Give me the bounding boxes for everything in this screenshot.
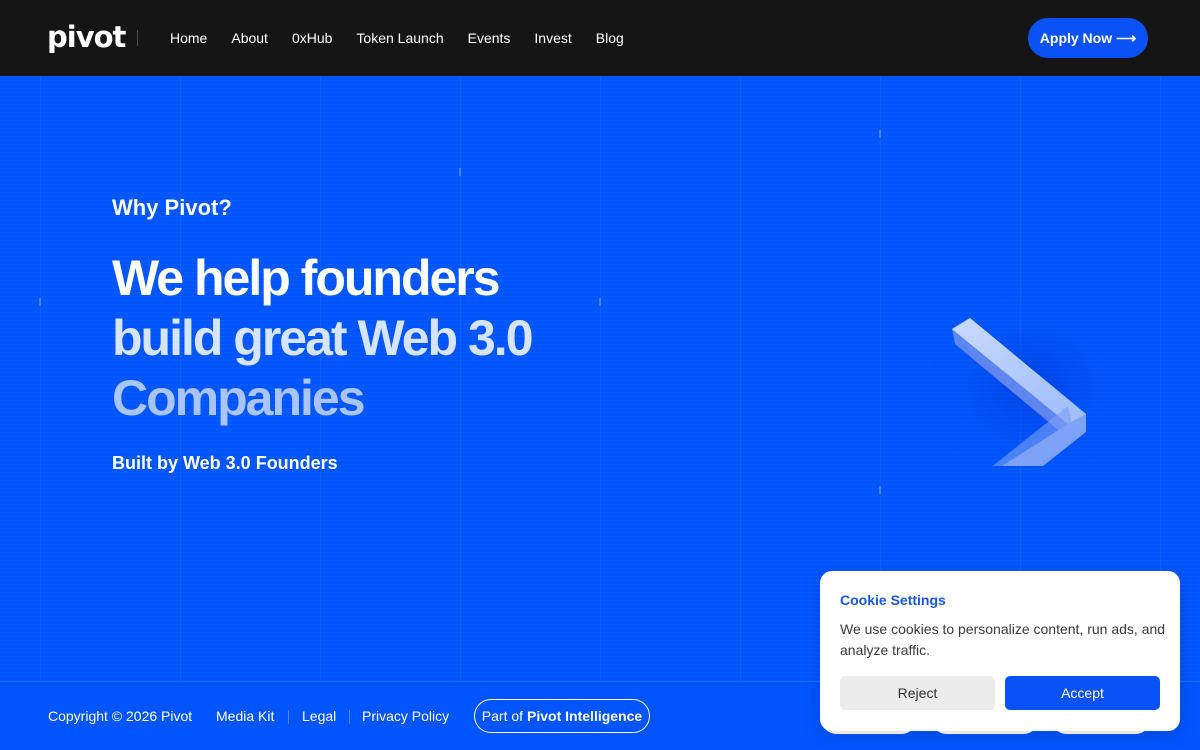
headline-line-1: We help founders: [112, 250, 501, 306]
headline-line-3: Companies: [112, 370, 366, 426]
cookie-description: We use cookies to personalize content, r…: [840, 621, 1166, 658]
logo-divider: [137, 30, 138, 46]
grid-tick: [599, 298, 601, 306]
grid-line: [40, 76, 41, 681]
pivot-logo[interactable]: pivot: [47, 22, 126, 52]
cookie-title: Cookie Settings: [840, 592, 946, 608]
nav-blog[interactable]: Blog: [596, 30, 624, 46]
nav-0xhub[interactable]: 0xHub: [292, 30, 332, 46]
grid-line: [600, 76, 601, 681]
grid-tick: [879, 130, 881, 138]
nav-about[interactable]: About: [231, 30, 268, 46]
grid-tick: [879, 486, 881, 494]
grid-line: [740, 76, 741, 681]
chevron-right-icon: [900, 226, 1145, 522]
nav-token-launch[interactable]: Token Launch: [356, 30, 443, 46]
part-of-brand: Pivot Intelligence: [527, 708, 643, 724]
headline-line-2: build great Web 3.0: [112, 310, 533, 366]
apply-now-label: Apply Now: [1039, 30, 1113, 46]
top-navigation-bar: pivot Home About 0xHub Token Launch Even…: [0, 0, 1200, 76]
nav-events[interactable]: Events: [468, 30, 511, 46]
main-nav: Home About 0xHub Token Launch Events Inv…: [170, 0, 624, 76]
grid-tick: [459, 168, 461, 176]
pivot-intelligence-link[interactable]: Part of Pivot Intelligence: [474, 699, 650, 733]
apply-now-button[interactable]: Apply Now ⟶: [1028, 18, 1148, 58]
grid-tick: [39, 298, 41, 306]
legal-link[interactable]: Legal: [302, 708, 336, 724]
copyright-text: Copyright © 2026 Pivot: [48, 708, 193, 724]
nav-home[interactable]: Home: [170, 30, 207, 46]
nav-invest[interactable]: Invest: [534, 30, 571, 46]
footer-divider: [288, 710, 289, 724]
hero-subline: Built by Web 3.0 Founders: [112, 453, 338, 473]
part-of-prefix: Part of: [481, 708, 524, 724]
privacy-policy-link[interactable]: Privacy Policy: [362, 708, 449, 724]
media-kit-link[interactable]: Media Kit: [216, 708, 274, 724]
cookie-settings-dialog: Cookie Settings We use cookies to person…: [820, 571, 1180, 731]
reject-cookies-button[interactable]: Reject: [840, 676, 995, 710]
accept-cookies-button[interactable]: Accept: [1005, 676, 1160, 710]
footer-divider: [349, 710, 350, 724]
hero-headline: We help founders build great Web 3.0 Com…: [112, 248, 533, 428]
arrow-right-icon: ⟶: [1116, 29, 1137, 46]
hero-eyebrow: Why Pivot?: [112, 195, 232, 220]
